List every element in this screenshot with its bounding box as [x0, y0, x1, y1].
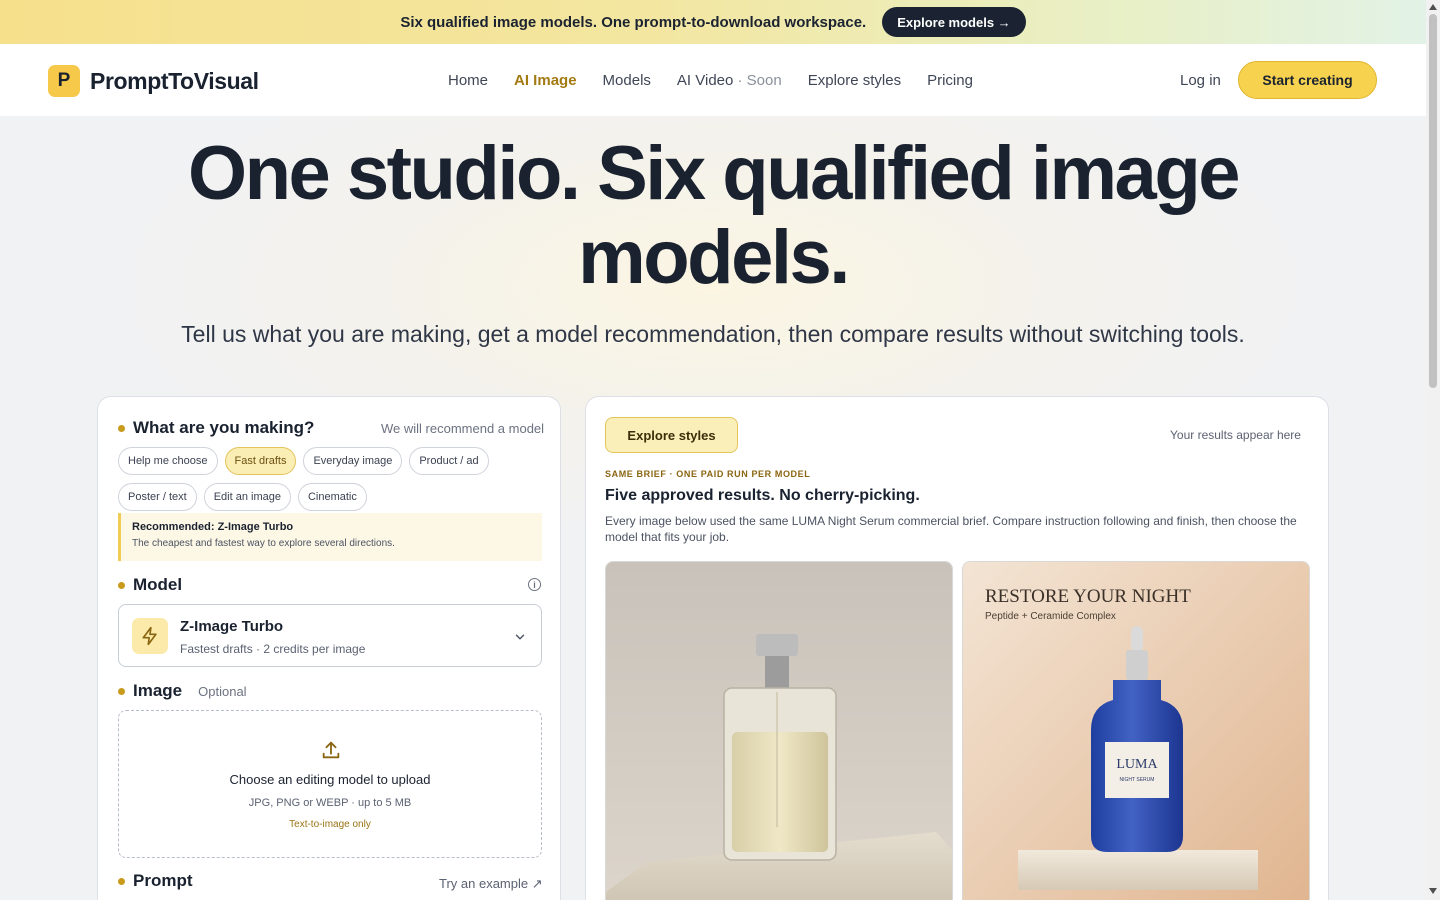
- model-section-head: Model: [118, 575, 182, 595]
- drop-types: JPG, PNG or WEBP · up to 5 MB: [248, 797, 412, 809]
- prompt-section-head: Prompt: [118, 871, 193, 891]
- recommendation-desc: The cheapest and fastest way to explore …: [132, 538, 395, 549]
- lightning-icon: [132, 618, 168, 654]
- chip-fast-drafts[interactable]: Fast drafts: [224, 447, 297, 475]
- bullet-dot: [118, 424, 125, 432]
- prompt-title: Prompt: [133, 871, 193, 890]
- model-desc: Fastest drafts · 2 credits per image: [180, 642, 366, 656]
- perfume-illustration: [606, 562, 952, 900]
- site-header: P PromptToVisual Home AI Image Models AI…: [0, 44, 1426, 116]
- drop-note: Text-to-image only: [289, 819, 371, 830]
- explore-styles-button[interactable]: Explore styles: [605, 417, 738, 453]
- results-hint: Your results appear here: [1170, 428, 1301, 442]
- making-aux: We will recommend a model: [381, 421, 545, 436]
- results-kicker: SAME BRIEF · ONE PAID RUN PER MODEL: [605, 469, 811, 479]
- results-panel: Explore styles Your results appear here …: [585, 396, 1329, 900]
- recommendation-box: Recommended: Z-Image Turbo The cheapest …: [118, 513, 542, 561]
- try-example-link[interactable]: Try an example ↗: [439, 876, 543, 892]
- image-aux: Optional: [198, 683, 247, 699]
- serum-illustration: RESTORE YOUR NIGHT Peptide + Ceramide Co…: [963, 562, 1309, 900]
- card2-brand-sub: NIGHT SERUM: [1120, 777, 1155, 783]
- logo-text: PromptToVisual: [90, 67, 259, 94]
- chip-edit-an-image[interactable]: Edit an image: [203, 483, 291, 511]
- composer-panel: What are you making? We will recommend a…: [97, 396, 561, 900]
- scroll-thumb[interactable]: [1429, 14, 1437, 388]
- upload-icon: [322, 741, 340, 759]
- nav-home[interactable]: Home: [448, 72, 488, 89]
- recommendation-title: Recommended: Z-Image Turbo: [132, 521, 294, 533]
- results-title: Five approved results. No cherry-picking…: [605, 487, 920, 504]
- image-dropzone[interactable]: Choose an editing model to upload JPG, P…: [118, 710, 542, 858]
- card2-sub: Peptide + Ceramide Complex: [985, 611, 1116, 622]
- hero-title: One studio. Six qualified image models.: [187, 131, 1241, 300]
- scroll-up-arrow[interactable]: [1429, 4, 1437, 10]
- hero-subtitle: Tell us what you are making, get a model…: [181, 321, 1245, 347]
- announcement-bar: Six qualified image models. One prompt-t…: [0, 0, 1426, 44]
- bullet-dot: [118, 687, 125, 695]
- bullet-dot: [118, 877, 125, 885]
- nav-models[interactable]: Models: [603, 72, 651, 89]
- scroll-down-arrow[interactable]: [1429, 888, 1437, 894]
- start-creating-button[interactable]: Start creating: [1238, 61, 1377, 99]
- model-name: Z-Image Turbo: [180, 618, 284, 635]
- page-scrollbar[interactable]: [1426, 0, 1440, 900]
- nav-ai-video[interactable]: AI Video · Soon: [677, 72, 782, 89]
- nav-explore-styles[interactable]: Explore styles: [808, 72, 901, 89]
- purpose-chips: Help me choose Fast drafts Everyday imag…: [118, 447, 548, 511]
- image-section-head: Image Optional: [118, 681, 247, 701]
- nav-ai-video-label: AI Video: [676, 71, 734, 89]
- info-icon[interactable]: i: [528, 578, 541, 591]
- login-link[interactable]: Log in: [1180, 72, 1221, 89]
- nav-ai-image[interactable]: AI Image: [514, 72, 577, 89]
- results-desc: Every image below used the same LUMA Nig…: [605, 514, 1297, 544]
- chip-everyday-image[interactable]: Everyday image: [303, 447, 403, 475]
- making-section-head: What are you making?: [118, 418, 314, 438]
- chevron-down-icon: [515, 634, 525, 640]
- result-image-serum[interactable]: RESTORE YOUR NIGHT Peptide + Ceramide Co…: [962, 561, 1310, 900]
- explore-models-button[interactable]: Explore models →: [882, 7, 1026, 37]
- logo[interactable]: P PromptToVisual: [48, 65, 259, 97]
- bullet-dot: [118, 581, 125, 589]
- model-title: Model: [133, 575, 183, 594]
- announcement-text: Six qualified image models. One prompt-t…: [400, 13, 867, 31]
- drop-title: Choose an editing model to upload: [229, 772, 431, 787]
- model-select[interactable]: Z-Image Turbo Fastest drafts · 2 credits…: [118, 604, 542, 667]
- chip-help-me-choose[interactable]: Help me choose: [118, 447, 218, 475]
- main-nav: Home AI Image Models AI Video · Soon Exp…: [448, 44, 973, 116]
- chip-product-ad[interactable]: Product / ad: [409, 447, 489, 475]
- image-title: Image: [133, 681, 183, 700]
- chip-cinematic[interactable]: Cinematic: [297, 483, 367, 511]
- card2-headline: RESTORE YOUR NIGHT: [985, 586, 1191, 607]
- result-image-perfume[interactable]: [605, 561, 953, 900]
- card2-brand: LUMA: [1116, 757, 1158, 772]
- logo-mark: P: [48, 65, 80, 97]
- nav-pricing[interactable]: Pricing: [927, 72, 973, 89]
- chip-poster-text[interactable]: Poster / text: [118, 483, 197, 511]
- making-title: What are you making?: [133, 418, 315, 437]
- nav-ai-video-soon: · Soon: [733, 71, 782, 89]
